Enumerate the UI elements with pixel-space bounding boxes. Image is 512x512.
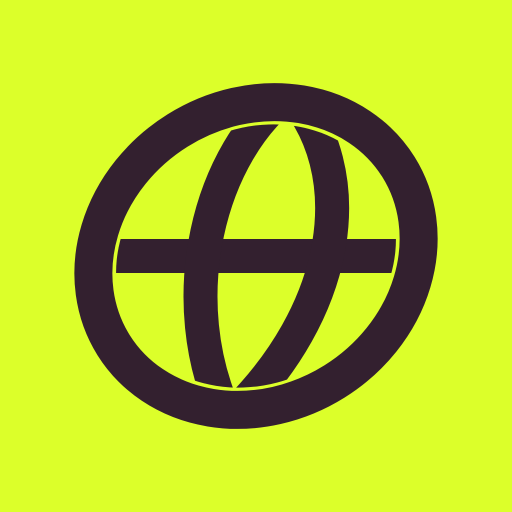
- app-icon: [0, 0, 512, 512]
- globe-icon: [66, 78, 446, 433]
